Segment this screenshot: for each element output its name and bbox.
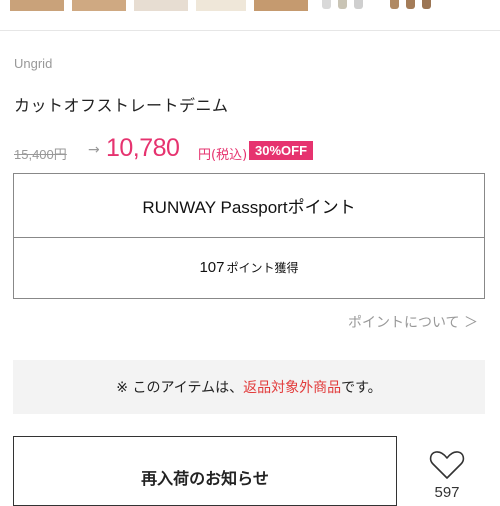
product-swatch <box>338 0 347 9</box>
thumbnail-strip <box>0 0 500 14</box>
thumbnail-image[interactable] <box>254 0 308 11</box>
thumbnail-image[interactable] <box>316 0 386 11</box>
thumbnail-image[interactable] <box>134 0 188 11</box>
favorite-button[interactable]: 597 <box>425 450 469 501</box>
sale-price: 10,780 <box>106 134 180 162</box>
points-earned: 107 ポイント獲得 <box>14 237 484 298</box>
product-title: カットオフストレートデニム <box>14 96 229 115</box>
price-row: 15,400円 → 10,780 円(税込) 30%OFF <box>14 134 494 164</box>
divider <box>0 30 500 31</box>
about-points-link[interactable]: ポイントについて ＞ <box>348 312 478 332</box>
brand-name[interactable]: Ungrid <box>14 56 52 71</box>
points-value: 107 <box>199 259 225 276</box>
thumbnail-image[interactable] <box>10 0 64 11</box>
heart-icon <box>429 451 465 479</box>
arrow-icon: → <box>88 142 100 158</box>
notice-prefix: ※ このアイテムは、 <box>116 380 244 396</box>
passport-points-box: RUNWAY Passportポイント 107 ポイント獲得 <box>13 173 485 299</box>
thumbnail-image[interactable] <box>390 0 500 11</box>
favorite-count: 597 <box>434 484 460 501</box>
thumbnail-image[interactable] <box>196 0 246 11</box>
notice-suffix: です。 <box>341 380 382 396</box>
thumbnail-image[interactable] <box>72 0 126 11</box>
product-swatch <box>406 0 415 9</box>
product-swatch <box>354 0 363 9</box>
restock-notify-button[interactable]: 再入荷のお知らせ <box>13 436 397 506</box>
product-swatch <box>390 0 399 9</box>
product-swatch <box>322 0 331 9</box>
notice-highlight: 返品対象外商品 <box>243 380 342 396</box>
sale-price-unit: 円(税込) <box>198 148 248 163</box>
product-swatch <box>422 0 431 9</box>
return-notice: ※ このアイテムは、 返品対象外商品 です。 <box>13 360 485 414</box>
points-label: ポイント獲得 <box>226 261 299 275</box>
discount-badge: 30%OFF <box>249 141 314 160</box>
original-price: 15,400円 <box>14 147 67 162</box>
passport-title: RUNWAY Passportポイント <box>14 174 484 238</box>
